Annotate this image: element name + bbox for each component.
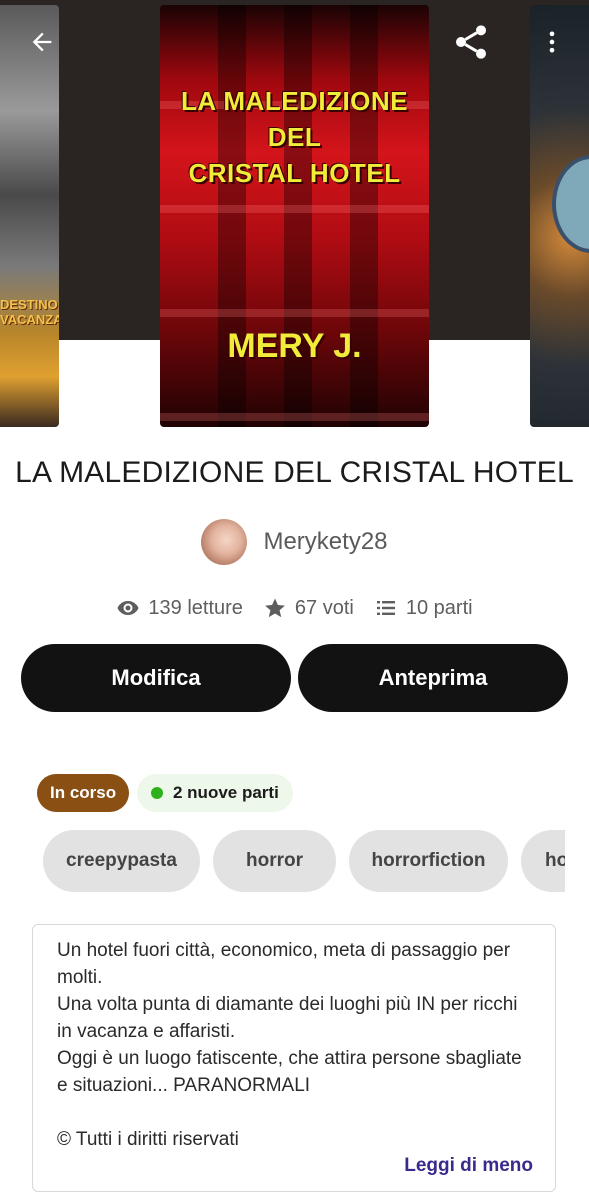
tag-chip[interactable]: creepypasta — [43, 830, 200, 892]
arrow-left-icon — [32, 32, 52, 52]
reads-count: 139 letture — [148, 596, 243, 619]
cover-title-line: CRISTAL HOTEL — [188, 158, 401, 188]
copyright-notice: © Tutti i diritti riservati — [57, 1129, 239, 1150]
previous-cover-text: DESTINO VACANZA — [0, 297, 59, 327]
share-button[interactable] — [449, 20, 493, 64]
tag-chip[interactable]: horror — [213, 830, 336, 892]
parts-stat: 10 parti — [374, 596, 473, 620]
cover-title-line: DEL — [267, 122, 322, 152]
back-button[interactable] — [20, 20, 64, 64]
star-icon — [265, 598, 285, 618]
description-box: Un hotel fuori città, economico, meta di… — [32, 924, 556, 1192]
status-badge: In corso — [37, 774, 130, 812]
new-parts-label: 2 nuove parti — [173, 783, 279, 802]
book-cover[interactable]: LA MALEDIZIONE DEL CRISTAL HOTEL MERY J. — [160, 5, 429, 427]
edit-button[interactable]: Modifica — [21, 644, 291, 712]
tag-chip[interactable]: ho — [521, 830, 565, 892]
more-options-button[interactable] — [530, 20, 574, 64]
book-stats: 139 letture 67 voti 10 parti — [0, 594, 589, 622]
reads-stat: 139 letture — [116, 596, 243, 620]
cover-author: MERY J. — [227, 327, 362, 365]
more-vertical-icon — [549, 31, 555, 53]
cover-carousel: DESTINO VACANZA LA MALEDIZIONE DEL CRIST… — [0, 0, 589, 430]
tag-chip[interactable]: horrorfiction — [349, 830, 508, 892]
tag-list: creepypasta horror horrorfiction ho — [43, 830, 565, 892]
description-line: Un hotel fuori città, economico, meta di… — [57, 940, 511, 988]
next-cover-emblem — [552, 155, 589, 253]
share-icon — [456, 25, 486, 59]
book-title: LA MALEDIZIONE DEL CRISTAL HOTEL — [15, 456, 574, 489]
list-icon — [376, 601, 395, 615]
next-book-cover[interactable] — [530, 5, 589, 427]
new-parts-badge: 2 nuove parti — [137, 774, 293, 812]
author-name[interactable]: Merykety28 — [263, 528, 387, 556]
cover-title: LA MALEDIZIONE DEL CRISTAL HOTEL — [160, 83, 429, 191]
author-link[interactable]: Merykety28 — [0, 517, 589, 567]
preview-button[interactable]: Anteprima — [298, 644, 568, 712]
eye-icon — [117, 601, 139, 615]
parts-count: 10 parti — [405, 596, 473, 619]
votes-stat: 67 voti — [263, 596, 354, 620]
read-less-link[interactable]: Leggi di meno — [404, 1152, 533, 1179]
new-parts-dot — [151, 787, 163, 799]
avatar[interactable] — [201, 519, 248, 565]
description-line: Oggi è un luogo fatiscente, che attira p… — [57, 1048, 522, 1096]
votes-count: 67 voti — [294, 596, 354, 619]
cover-title-line: LA MALEDIZIONE — [180, 86, 409, 116]
description-line: Una volta punta di diamante dei luoghi p… — [57, 994, 518, 1042]
previous-book-cover[interactable]: DESTINO VACANZA — [0, 5, 59, 427]
